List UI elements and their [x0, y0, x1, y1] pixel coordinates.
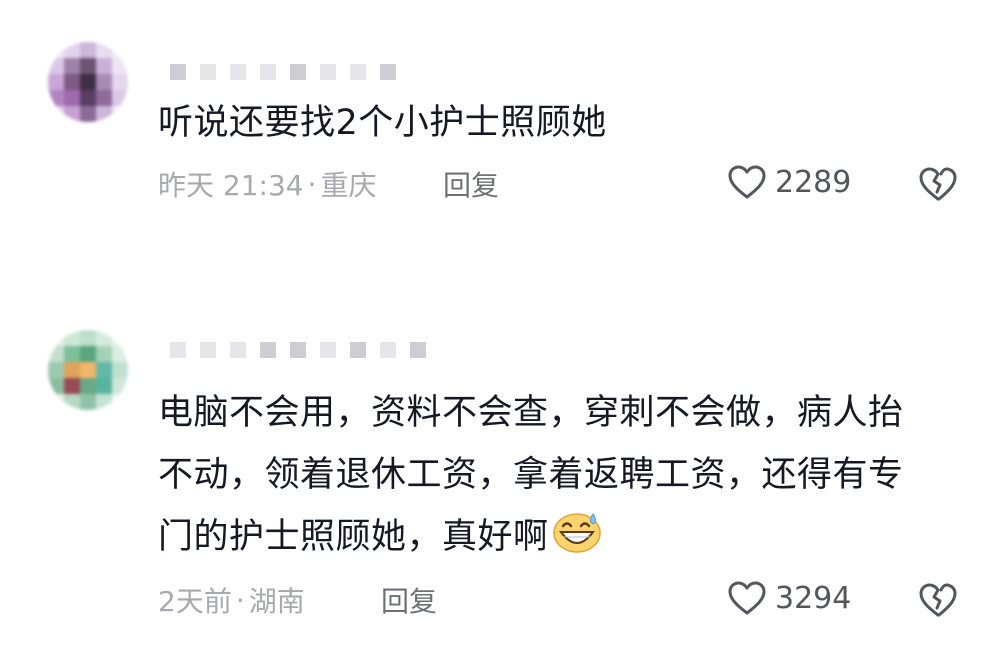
comment-item: 电脑不会用，资料不会查，穿刺不会做，病人抬 不动，领着退休工资，拿着返聘工资，还…: [0, 300, 994, 660]
dislike-button[interactable]: [918, 582, 958, 618]
meta-separator: ·: [307, 167, 317, 201]
comment-text: 电脑不会用，资料不会查，穿刺不会做，病人抬 不动，领着退休工资，拿着返聘工资，还…: [158, 382, 904, 574]
avatar[interactable]: [48, 330, 128, 410]
reply-button[interactable]: 回复: [381, 580, 437, 620]
broken-heart-icon: [918, 582, 958, 618]
dislike-button[interactable]: [918, 166, 958, 202]
like-count: 3294: [775, 580, 852, 616]
heart-outline-icon: [727, 580, 767, 616]
comment-time: 2天前: [158, 585, 232, 618]
comment-item: 听说还要找2个小护士照顾她 昨天 21:34 · 重庆 回复 2289: [0, 0, 994, 300]
comment-text: 听说还要找2个小护士照顾她: [158, 103, 607, 143]
meta-separator: ·: [235, 583, 245, 617]
comment-time: 昨天 21:34: [158, 169, 304, 202]
like-count: 2289: [775, 164, 852, 200]
comment-text-line: 电脑不会用，资料不会查，穿刺不会做，病人抬: [158, 393, 904, 433]
comment-location: 湖南: [248, 585, 305, 618]
comment-meta: 昨天 21:34 · 重庆: [158, 164, 377, 204]
heart-outline-icon: [727, 164, 767, 200]
grinning-sweat-emoji: [551, 510, 603, 574]
comment-text-line: 不动，领着退休工资，拿着返聘工资，还得有专: [158, 455, 904, 495]
comment-meta: 2天前 · 湖南: [158, 580, 305, 620]
username-obscured[interactable]: [170, 64, 396, 80]
reply-button[interactable]: 回复: [443, 164, 499, 204]
broken-heart-icon: [918, 166, 958, 202]
comment-location: 重庆: [320, 169, 377, 202]
like-button[interactable]: 2289: [727, 164, 851, 200]
comment-text-line: 门的护士照顾她，真好啊: [158, 517, 549, 557]
username-obscured[interactable]: [170, 342, 426, 358]
like-button[interactable]: 3294: [727, 580, 851, 616]
avatar[interactable]: [48, 42, 128, 122]
